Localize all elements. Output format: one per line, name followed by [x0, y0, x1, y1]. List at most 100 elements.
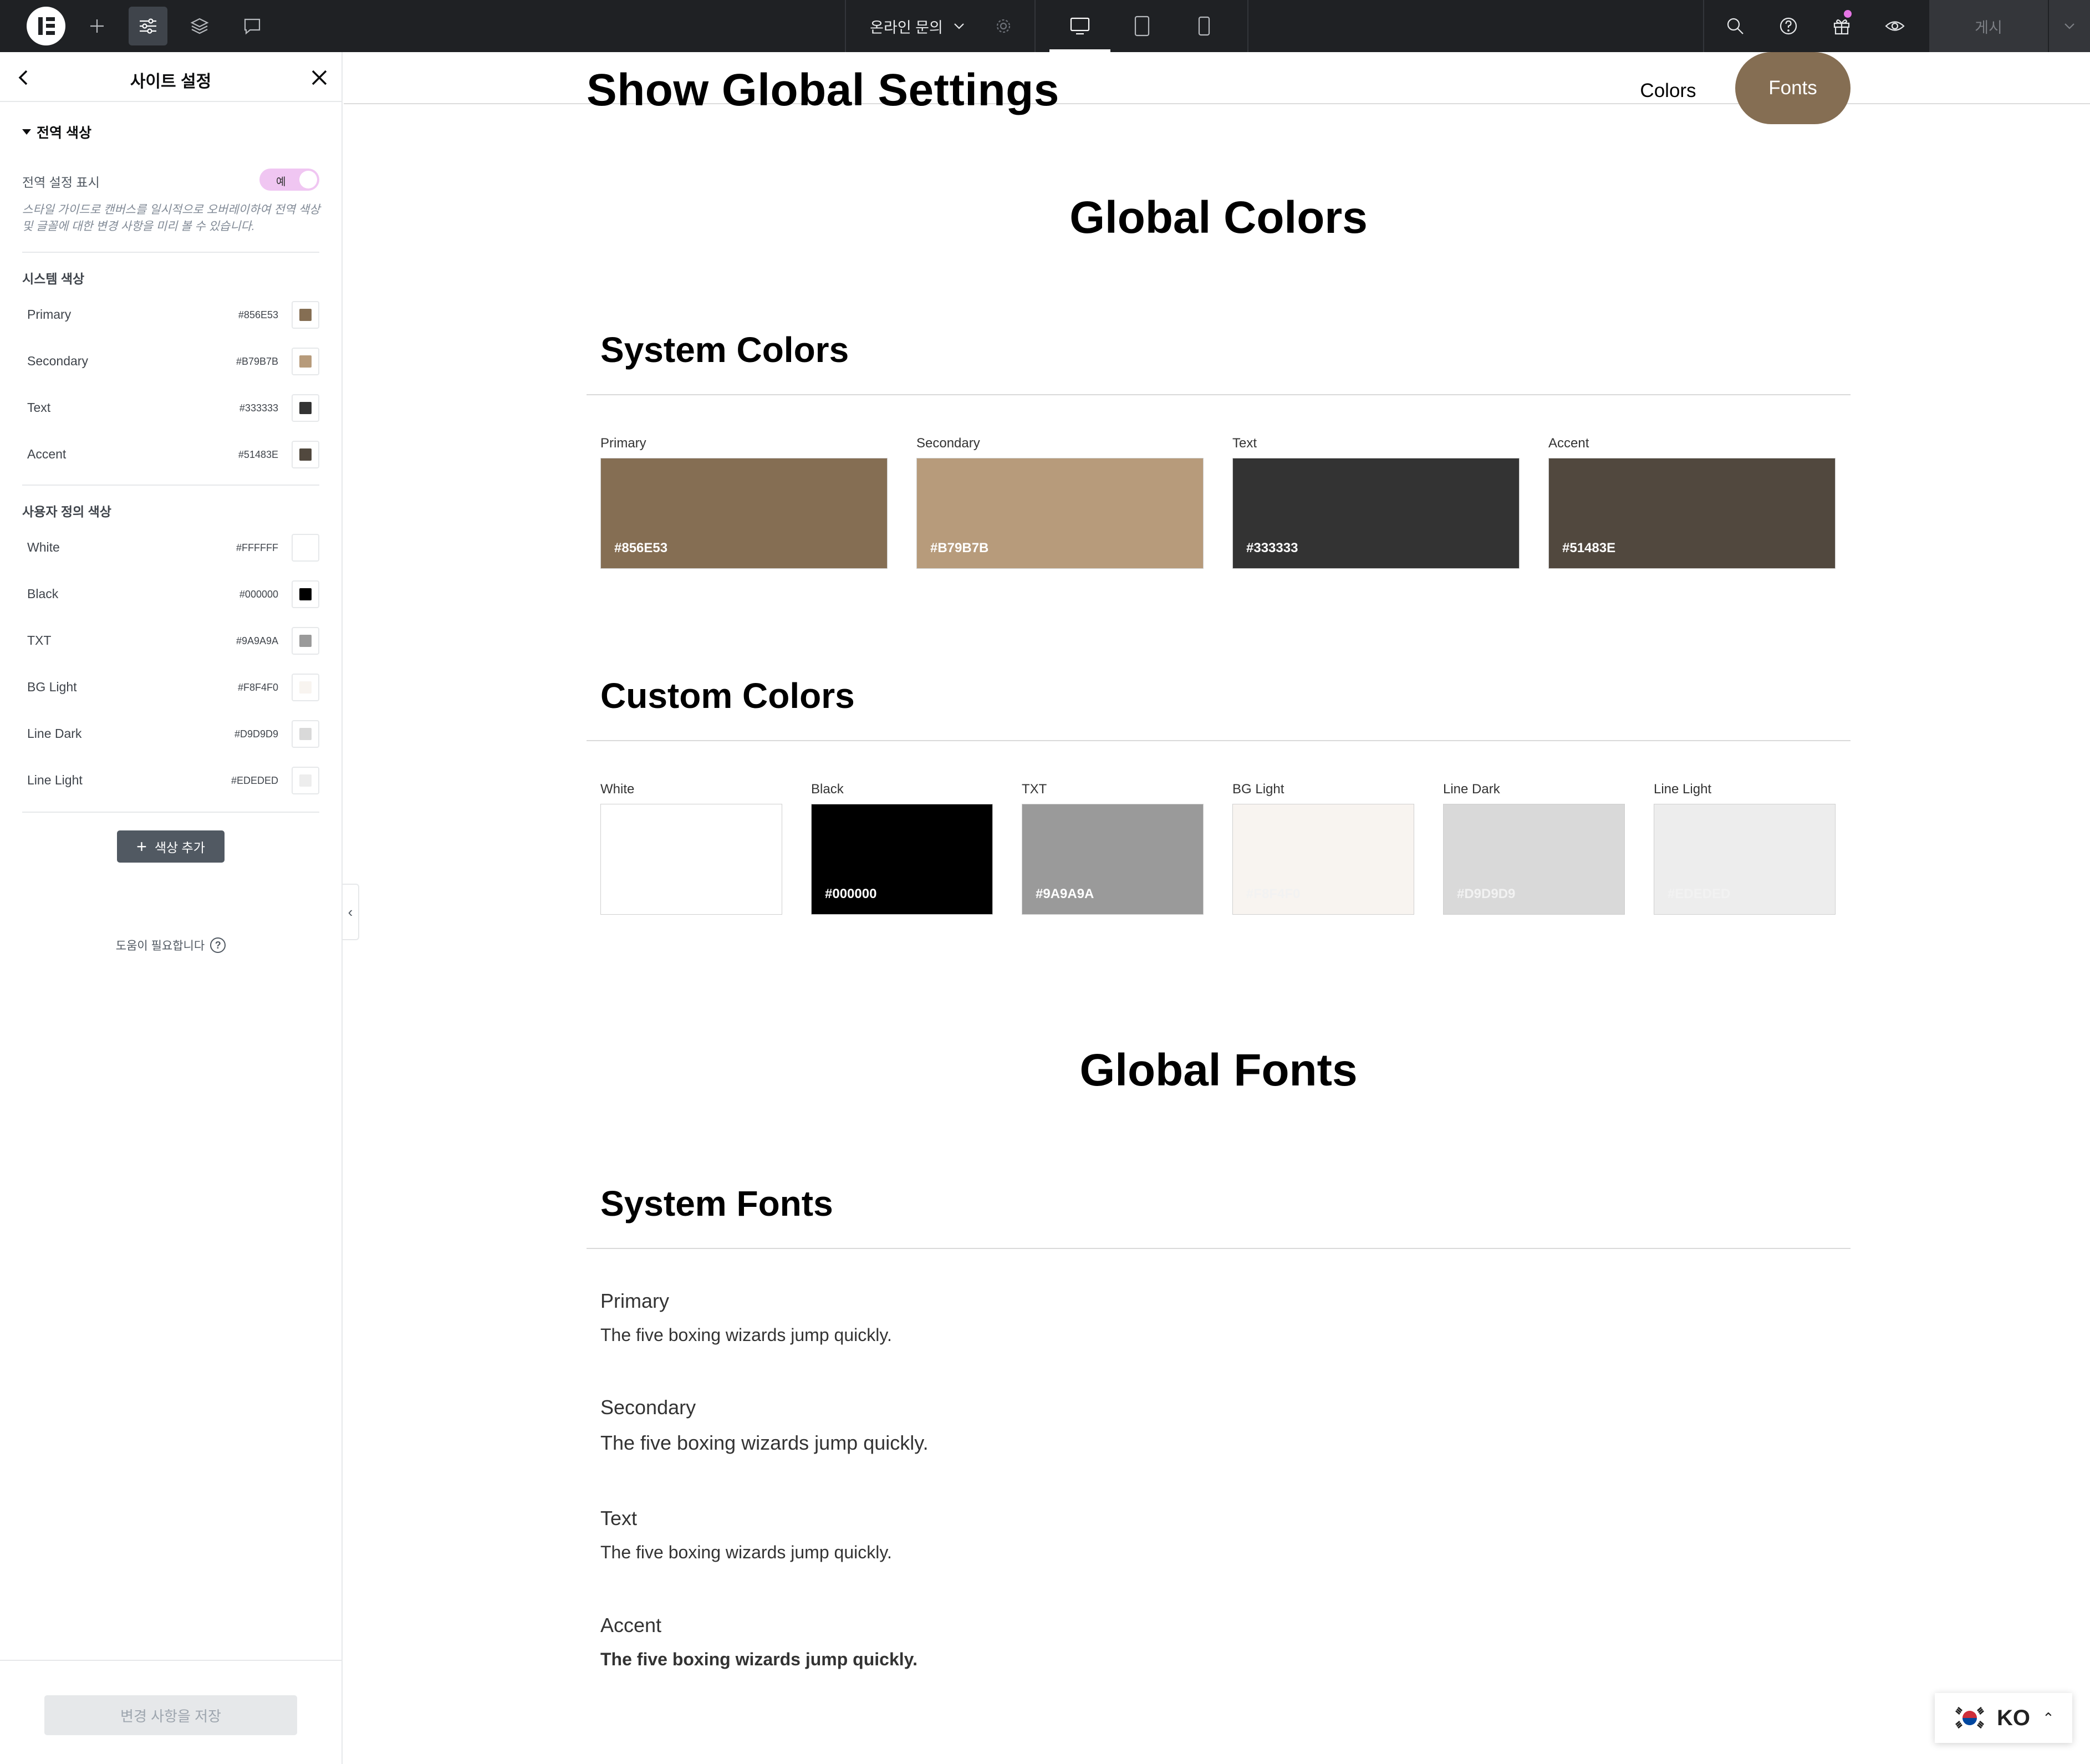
color-picker[interactable]	[292, 301, 319, 329]
color-picker[interactable]	[292, 534, 319, 562]
color-row[interactable]: Text #333333	[22, 391, 319, 425]
add-color-label: 색상 추가	[154, 840, 205, 855]
color-row[interactable]: Accent #51483E	[22, 438, 319, 471]
color-name: Primary	[27, 307, 72, 322]
color-hex: #333333	[239, 402, 278, 414]
font-row: Secondary The five boxing wizards jump qu…	[600, 1396, 929, 1455]
preview-canvas: Show Global Settings Colors Fonts Global…	[344, 52, 2090, 1764]
nav-fonts-link[interactable]: Fonts	[1735, 52, 1851, 124]
color-name: Accent	[27, 447, 67, 461]
topbar-divider	[1247, 0, 1248, 52]
divider	[22, 252, 319, 253]
color-row[interactable]: Primary #856E53	[22, 298, 319, 332]
color-picker[interactable]	[292, 394, 319, 422]
font-row: Accent The five boxing wizards jump quick…	[600, 1614, 917, 1670]
swatch-hex: #51483E	[1562, 541, 1616, 555]
close-icon[interactable]	[307, 65, 332, 90]
color-picker[interactable]	[292, 627, 319, 655]
comments-icon[interactable]	[236, 0, 269, 52]
color-row[interactable]: White #FFFFFF	[22, 531, 319, 564]
color-row[interactable]: Line Dark #D9D9D9	[22, 717, 319, 751]
preview-eye-icon[interactable]	[1878, 0, 1911, 52]
publish-options-chevron-icon[interactable]	[2049, 0, 2090, 52]
swatch-hex: #B79B7B	[930, 541, 989, 555]
need-help-label: 도움이 필요합니다	[115, 940, 205, 952]
color-row[interactable]: BG Light #F8F4F0	[22, 671, 319, 704]
color-hex: #000000	[239, 589, 278, 600]
swatch-color-box: #9A9A9A	[1022, 804, 1204, 915]
color-name: TXT	[27, 633, 52, 648]
color-swatch	[299, 728, 312, 740]
show-global-settings-description: 스타일 가이드로 캔버스를 일시적으로 오버레이하여 전역 색상 및 글꼴에 대…	[22, 203, 320, 233]
tablet-view-icon[interactable]	[1114, 0, 1170, 52]
topbar-divider	[1703, 0, 1704, 52]
font-sample: The five boxing wizards jump quickly.	[600, 1542, 892, 1562]
publish-button[interactable]: 게시	[1929, 0, 2048, 52]
color-hex: #EDEDED	[231, 775, 278, 786]
color-hex: #9A9A9A	[236, 635, 278, 646]
swatch-color-box: #EDEDED	[1654, 804, 1836, 915]
save-changes-button[interactable]: 변경 사항을 저장	[44, 1695, 297, 1735]
elementor-logo-icon[interactable]	[22, 0, 70, 52]
color-name: BG Light	[27, 680, 77, 694]
toggle-label: 예	[276, 176, 286, 188]
chevron-up-icon: ⌃	[2042, 1709, 2055, 1726]
color-swatch	[299, 774, 312, 787]
caret-down-icon	[22, 129, 31, 135]
need-help-link[interactable]: 도움이 필요합니다 ?	[0, 937, 341, 954]
color-row[interactable]: Line Light #EDEDED	[22, 764, 319, 797]
swatch-color-box: #000000	[811, 804, 993, 915]
show-global-settings-label: 전역 설정 표시	[22, 175, 100, 190]
structure-layers-icon[interactable]	[183, 0, 216, 52]
page-selector[interactable]: 온라인 문의	[854, 0, 981, 52]
toggle-knob	[299, 171, 317, 188]
question-circle-icon: ?	[210, 937, 226, 953]
color-swatch	[299, 355, 312, 368]
site-settings-icon[interactable]	[129, 0, 167, 52]
global-colors-section-toggle[interactable]: 전역 색상	[22, 122, 91, 142]
panel-footer: 변경 사항을 저장	[0, 1660, 341, 1764]
system-fonts-heading: System Fonts	[600, 1184, 833, 1223]
font-name: Text	[600, 1507, 638, 1530]
chevron-down-icon	[954, 23, 964, 29]
swatch-label: Primary	[600, 436, 646, 451]
page-settings-gear-icon[interactable]	[987, 0, 1020, 52]
swatch-label: Secondary	[916, 436, 980, 451]
help-icon[interactable]	[1772, 0, 1805, 52]
color-row[interactable]: Black #000000	[22, 578, 319, 611]
custom-colors-heading: Custom Colors	[600, 676, 855, 716]
swatch-label: Line Light	[1654, 782, 1712, 797]
color-picker[interactable]	[292, 441, 319, 468]
system-colors-heading: System Colors	[600, 330, 849, 370]
whats-new-gift-icon[interactable]	[1825, 0, 1858, 52]
swatch-label: Text	[1232, 436, 1257, 451]
color-picker[interactable]	[292, 767, 319, 794]
language-switcher[interactable]: KO ⌃	[1935, 1693, 2072, 1743]
custom-colors-title: 사용자 정의 색상	[22, 504, 111, 519]
add-element-icon[interactable]	[83, 0, 111, 52]
color-hex: #D9D9D9	[234, 728, 278, 740]
color-picker[interactable]	[292, 580, 319, 608]
nav-colors-link[interactable]: Colors	[1621, 77, 1715, 105]
font-name: Secondary	[600, 1396, 696, 1419]
color-picker[interactable]	[292, 720, 319, 748]
color-swatch	[299, 448, 312, 461]
color-row[interactable]: TXT #9A9A9A	[22, 624, 319, 657]
color-hex: #856E53	[238, 309, 278, 320]
color-hex: #B79B7B	[236, 356, 278, 367]
search-icon[interactable]	[1719, 0, 1752, 52]
swatch-hex: #333333	[1246, 541, 1298, 555]
swatch-label: White	[600, 782, 635, 797]
section-divider	[587, 740, 1851, 741]
color-row[interactable]: Secondary #B79B7B	[22, 345, 319, 378]
color-picker[interactable]	[292, 348, 319, 375]
show-global-settings-toggle[interactable]: 예	[259, 169, 319, 191]
color-swatch	[299, 588, 312, 600]
panel-title: 사이트 설정	[130, 73, 212, 91]
notification-dot	[1844, 10, 1852, 18]
add-color-button[interactable]: + 색상 추가	[117, 830, 225, 863]
mobile-view-icon[interactable]	[1176, 0, 1232, 52]
desktop-view-icon[interactable]	[1049, 0, 1110, 52]
color-picker[interactable]	[292, 674, 319, 701]
font-row: Text The five boxing wizards jump quickly…	[600, 1507, 892, 1563]
